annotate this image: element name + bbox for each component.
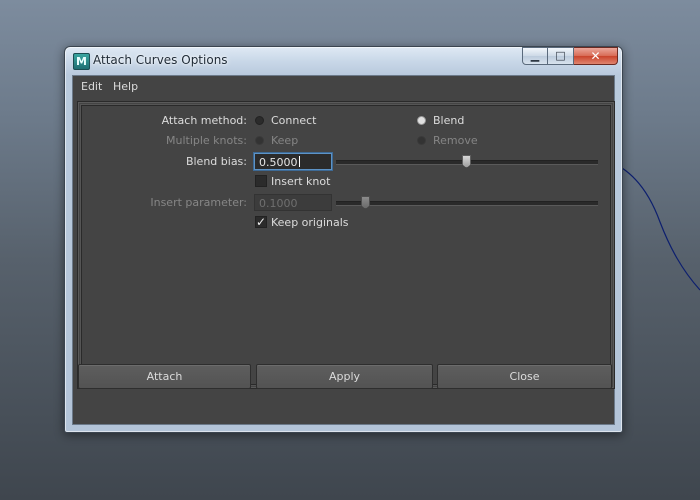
attach-curves-options-window: M Attach Curves Options ▁ □ ✕ Edit Help … <box>64 46 623 433</box>
window-title: Attach Curves Options <box>93 53 228 67</box>
radio-blend[interactable] <box>417 116 426 125</box>
caption-buttons: ▁ □ ✕ <box>522 47 618 67</box>
multiple-knots-label: Multiple knots: <box>165 134 247 147</box>
attach-method-label: Attach method: <box>161 114 247 127</box>
keep-originals-checkbox[interactable]: ✓ <box>255 216 267 228</box>
radio-remove-label[interactable]: Remove <box>433 134 478 147</box>
options-panel: Attach method: Connect Blend Multiple kn… <box>81 105 611 385</box>
insert-parameter-label: Insert parameter: <box>150 196 247 209</box>
blend-bias-field[interactable]: 0.5000 <box>254 153 332 170</box>
minimize-button[interactable]: ▁ <box>522 47 548 65</box>
insert-parameter-field[interactable]: 0.1000 <box>254 194 332 211</box>
radio-blend-label[interactable]: Blend <box>433 114 464 127</box>
insert-knot-checkbox[interactable] <box>255 175 267 187</box>
close-button[interactable]: Close <box>437 364 612 389</box>
radio-connect-label[interactable]: Connect <box>271 114 316 127</box>
attach-button[interactable]: Attach <box>78 364 251 389</box>
blend-bias-value: 0.5000 <box>259 156 298 169</box>
radio-keep[interactable] <box>255 136 264 145</box>
close-window-button[interactable]: ✕ <box>574 47 618 65</box>
text-caret <box>298 156 300 167</box>
insert-parameter-slider-track[interactable] <box>336 201 598 206</box>
insert-parameter-slider-handle[interactable] <box>361 196 370 209</box>
radio-connect[interactable] <box>255 116 264 125</box>
client-area: Edit Help Attach method: Connect Blend M… <box>72 75 615 425</box>
insert-knot-label[interactable]: Insert knot <box>271 175 330 188</box>
blend-bias-label: Blend bias: <box>185 155 247 168</box>
menu-help[interactable]: Help <box>113 80 138 93</box>
radio-keep-label[interactable]: Keep <box>271 134 298 147</box>
blend-bias-slider-handle[interactable] <box>462 155 471 168</box>
apply-button[interactable]: Apply <box>256 364 433 389</box>
radio-remove[interactable] <box>417 136 426 145</box>
menu-bar: Edit Help <box>73 76 614 98</box>
options-frame: Attach method: Connect Blend Multiple kn… <box>77 101 615 389</box>
maximize-button[interactable]: □ <box>548 47 574 65</box>
title-bar[interactable]: M Attach Curves Options ▁ □ ✕ <box>65 47 622 75</box>
keep-originals-label[interactable]: Keep originals <box>271 216 349 229</box>
menu-edit[interactable]: Edit <box>81 80 102 93</box>
maya-app-icon: M <box>73 53 90 70</box>
